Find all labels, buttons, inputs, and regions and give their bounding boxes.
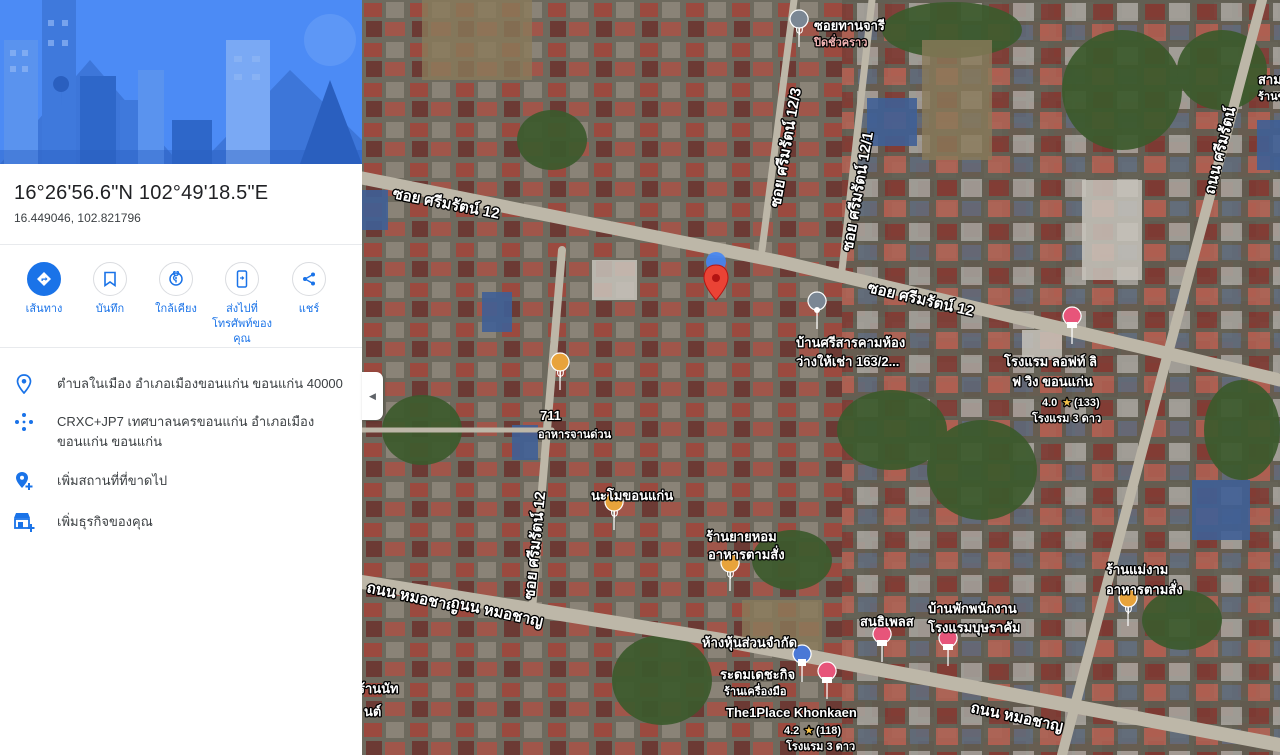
- svg-text:Ψ: Ψ: [796, 27, 804, 38]
- poi-label: ฟ วิง ขอนแก่น: [1012, 374, 1093, 389]
- star-icon: ★: [804, 725, 814, 737]
- satellite-map[interactable]: ซอย ศรีมรัตน์ 12 ซอย ศรีมรัตน์ 12 ซอย ศร…: [362, 0, 1280, 755]
- poi-label[interactable]: ห้างหุ้นส่วนจำกัด: [701, 634, 799, 653]
- send-to-phone-button[interactable]: ส่งไปที่โทรศัพท์ของคุณ: [209, 262, 275, 347]
- map-canvas[interactable]: ซอย ศรีมรัตน์ 12 ซอย ศรีมรัตน์ 12 ซอย ศร…: [362, 0, 1280, 755]
- poi-type-label: ร้านเครื่องมือ: [724, 683, 786, 698]
- coordinates-dms: 16°26'56.6"N 102°49'18.5"E: [14, 182, 269, 204]
- poi-status-label: ปิดชั่วคราว: [813, 34, 867, 49]
- share-label: แชร์: [298, 303, 320, 315]
- action-bar: เส้นทาง บันทึก ใกล้เคียง ส่งไปที่โทรศัพท…: [0, 262, 362, 345]
- star-icon: ★: [1062, 397, 1072, 409]
- poi-type-label: โรงแรม 3 ดาว: [1031, 411, 1101, 425]
- send-to-phone-icon: [225, 262, 259, 296]
- svg-text:Ψ: Ψ: [1125, 606, 1133, 617]
- add-business-icon: [12, 510, 36, 534]
- address-text: ตำบลในเมือง อำเภอเมืองขอนแก่น ขอนแก่น 40…: [57, 376, 343, 391]
- rating-label: 4.0: [1042, 397, 1057, 409]
- poi-label[interactable]: ร้านยายหอม: [705, 528, 778, 546]
- add-location-icon: [12, 469, 36, 493]
- review-count-label: (133): [1074, 397, 1100, 409]
- poi-label: ว่างให้เช่า 163/2...: [796, 353, 899, 369]
- directions-button[interactable]: เส้นทาง: [11, 262, 77, 317]
- poi-type-label: โรงแรม 3 ดาว: [785, 739, 855, 753]
- coordinates: 16°26'56.6"N 102°49'18.5"E 16.449046, 10…: [14, 182, 354, 225]
- poi-type-label: อาหารจานด่วน: [538, 429, 612, 441]
- coordinates-decimal[interactable]: 16.449046, 102.821796: [14, 211, 354, 225]
- bookmark-icon: [93, 262, 127, 296]
- poi-label[interactable]: The1Place Khonkaen: [725, 704, 858, 722]
- svg-text:Ψ: Ψ: [611, 510, 619, 521]
- chevron-left-icon: ◀: [369, 390, 376, 401]
- poi-label: ร้านขน: [1258, 90, 1280, 103]
- poi-type-label: อาหารตามสั่ง: [1106, 580, 1183, 597]
- directions-label: เส้นทาง: [25, 303, 63, 315]
- rating-label: 4.2: [784, 725, 799, 737]
- poi-label[interactable]: 711: [539, 407, 563, 425]
- add-missing-place-text: เพิ่มสถานที่ที่ขาดไป: [57, 473, 168, 488]
- divider: [0, 244, 362, 245]
- poi-label[interactable]: สนธิเพลส: [859, 613, 915, 631]
- plus-code-text: CRXC+JP7 เทศบาลนครขอนแก่น อำเภอเมืองขอนแ…: [57, 414, 315, 449]
- nearby-icon: [159, 262, 193, 296]
- place-panel: 16°26'56.6"N 102°49'18.5"E 16.449046, 10…: [0, 0, 362, 755]
- hero-illustration: [0, 0, 362, 164]
- divider: [0, 347, 362, 348]
- save-button[interactable]: บันทึก: [77, 262, 143, 317]
- svg-text:Ψ: Ψ: [557, 370, 565, 381]
- share-icon: [292, 262, 326, 296]
- poi-label: ระดมเดชะกิจ: [720, 667, 795, 682]
- nearby-label: ใกล้เคียง: [155, 303, 197, 315]
- poi-label[interactable]: ร้านนัท: [362, 680, 400, 698]
- share-button[interactable]: แชร์: [276, 262, 342, 317]
- directions-icon: [27, 262, 61, 296]
- nearby-button[interactable]: ใกล้เคียง: [143, 262, 209, 317]
- review-count-label: (118): [816, 725, 841, 737]
- poi-label[interactable]: ซอยทานจารี: [813, 17, 887, 35]
- poi-label[interactable]: บ้านพักพนักงาน: [927, 600, 1018, 618]
- poi-label: นต์: [364, 704, 381, 719]
- plus-code-icon: [12, 410, 36, 434]
- location-pin-icon: [12, 372, 36, 396]
- svg-text:Ψ: Ψ: [727, 571, 735, 582]
- poi-label[interactable]: สาม: [1257, 71, 1280, 89]
- add-business-text: เพิ่มธุรกิจของคุณ: [57, 514, 153, 529]
- poi-type-label: อาหารตามสั่ง: [708, 545, 785, 562]
- poi-label[interactable]: โรงแรม ลอฟท์ ลิ: [1002, 352, 1099, 371]
- poi-label[interactable]: บ้านศรีสารคามห้อง: [795, 334, 907, 352]
- collapse-panel-button[interactable]: ◀: [362, 372, 383, 420]
- poi-label[interactable]: นะโมขอนแก่น: [590, 486, 675, 505]
- poi-label: โรงแรมบุษราคัม: [927, 619, 1021, 636]
- poi-label[interactable]: ร้านแม่งาม: [1105, 561, 1170, 579]
- save-label: บันทึก: [95, 303, 125, 315]
- send-to-phone-label: ส่งไปที่โทรศัพท์ของคุณ: [211, 303, 273, 345]
